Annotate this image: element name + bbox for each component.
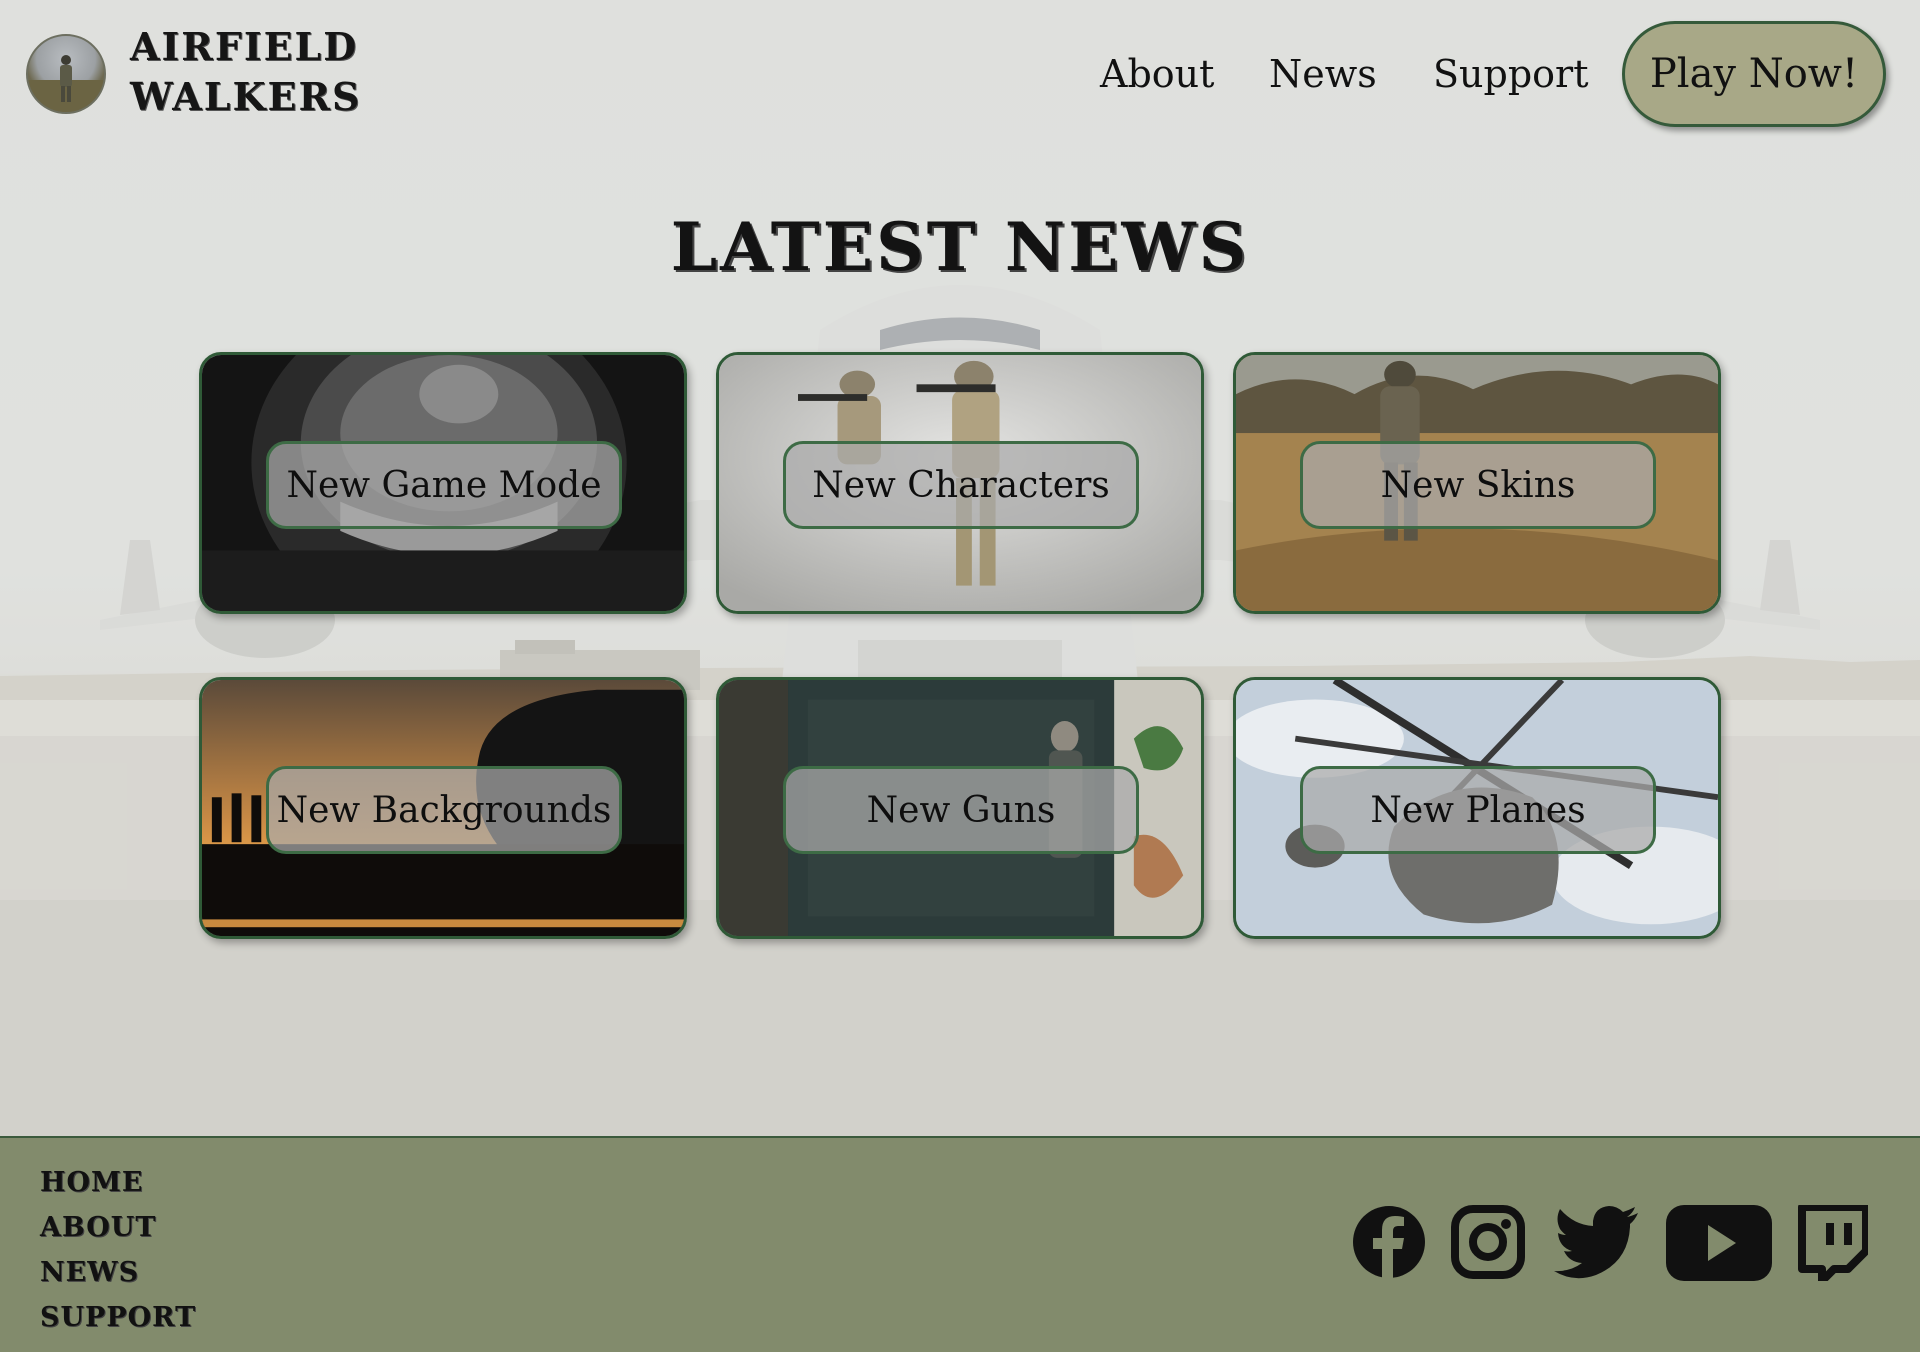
facebook-icon[interactable] (1352, 1205, 1426, 1279)
news-card-label: New Game Mode (266, 441, 622, 529)
brand-logo-text[interactable]: AIRFIELD WALKERS (130, 22, 361, 122)
page-title: LATEST NEWS (670, 208, 1250, 286)
twitter-icon[interactable] (1554, 1205, 1640, 1279)
news-card-game-mode[interactable]: New Game Mode (199, 352, 687, 614)
play-now-button[interactable]: Play Now! (1622, 21, 1886, 127)
nav-news-link[interactable]: News (1269, 52, 1377, 96)
news-card-backgrounds[interactable]: New Backgrounds (199, 677, 687, 939)
youtube-icon[interactable] (1666, 1205, 1772, 1281)
site-header: AIRFIELD WALKERS About News Support Play… (0, 0, 1920, 150)
news-card-characters[interactable]: New Characters (716, 352, 1204, 614)
news-card-label: New Skins (1300, 441, 1656, 529)
nav-about-link[interactable]: About (1100, 52, 1214, 96)
twitch-icon[interactable] (1796, 1205, 1868, 1281)
nav-support-link[interactable]: Support (1433, 52, 1588, 96)
news-card-label: New Planes (1300, 766, 1656, 854)
footer-link-support[interactable]: SUPPORT (40, 1295, 196, 1340)
footer-link-news[interactable]: NEWS (40, 1250, 196, 1295)
news-card-label: New Guns (783, 766, 1139, 854)
news-card-skins[interactable]: New Skins (1233, 352, 1721, 614)
news-card-label: New Backgrounds (266, 766, 622, 854)
instagram-icon[interactable] (1451, 1205, 1525, 1279)
news-card-guns[interactable]: New Guns (716, 677, 1204, 939)
brand-line-2: WALKERS (130, 74, 362, 119)
footer-link-home[interactable]: HOME (40, 1160, 196, 1205)
brand-line-1: AIRFIELD (130, 24, 359, 69)
footer-link-about[interactable]: ABOUT (40, 1205, 196, 1250)
news-card-planes[interactable]: New Planes (1233, 677, 1721, 939)
news-card-label: New Characters (783, 441, 1139, 529)
footer-nav: HOME ABOUT NEWS SUPPORT (40, 1160, 196, 1340)
logo-avatar[interactable] (26, 34, 106, 114)
